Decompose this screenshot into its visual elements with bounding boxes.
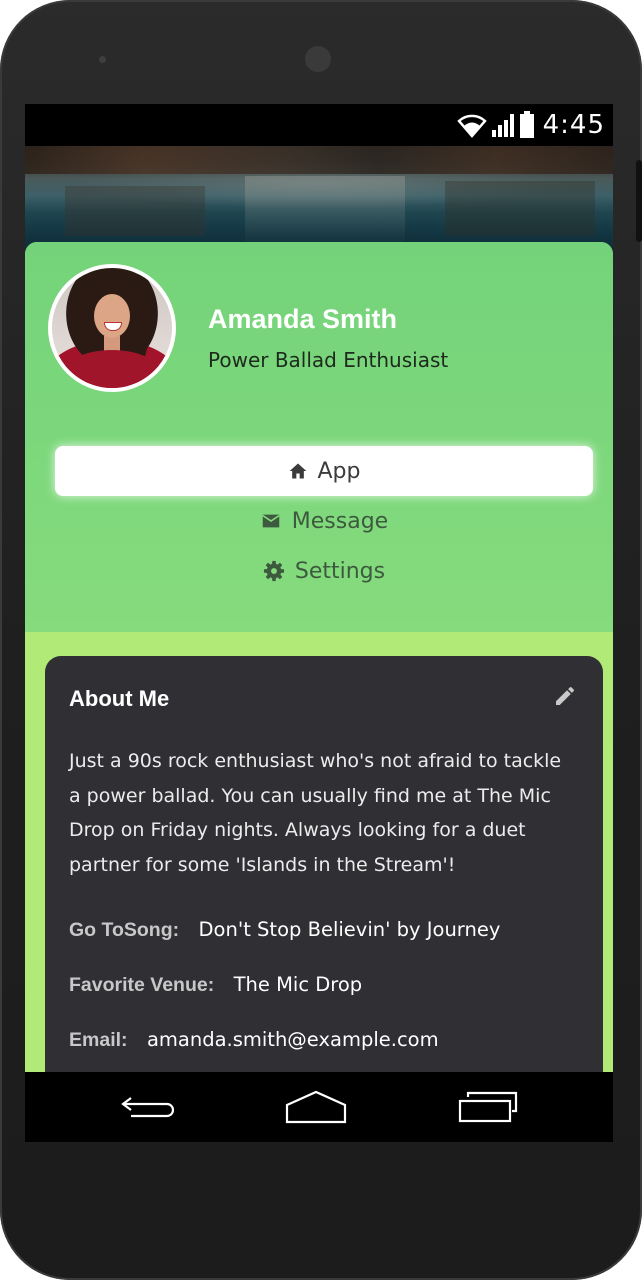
edit-icon[interactable]: [553, 684, 577, 708]
battery-icon: [519, 111, 534, 138]
recents-button[interactable]: [453, 1084, 523, 1130]
menu-item-settings[interactable]: Settings: [55, 546, 593, 596]
status-bar: 4:45: [25, 104, 613, 146]
about-title: About Me: [69, 686, 170, 711]
side-button: [636, 160, 642, 242]
system-nav-bar: [25, 1072, 613, 1142]
profile-content: Amanda Smith Power Ballad Enthusiast App: [25, 242, 613, 1072]
profile-name: Amanda Smith: [208, 304, 398, 334]
menu-item-message[interactable]: Message: [55, 496, 593, 546]
bio-line: partner for some 'Islands in the Stream'…: [69, 853, 456, 876]
profile-menu: App Message Settings: [55, 446, 593, 596]
home-button[interactable]: [281, 1084, 351, 1130]
mail-icon: [262, 514, 280, 528]
field-label: Email:: [69, 1029, 128, 1051]
menu-item-label: App: [317, 458, 361, 484]
field-email: Email: amanda.smith@example.com: [69, 1028, 439, 1052]
field-label: Favorite Venue:: [69, 974, 215, 996]
proximity-sensor: [99, 56, 106, 63]
home-icon: [289, 463, 306, 479]
phone-frame: 4:45 Amanda Smith Power Ballad Enthusias…: [0, 0, 642, 1280]
field-go-to-song: Go ToSong: Don't Stop Believin' by Journ…: [69, 918, 500, 942]
home-outline-icon: [285, 1090, 347, 1124]
front-camera: [305, 46, 331, 72]
field-value: amanda.smith@example.com: [146, 1028, 439, 1051]
status-time: 4:45: [542, 110, 605, 140]
back-icon: [121, 1097, 175, 1118]
screen: 4:45 Amanda Smith Power Ballad Enthusias…: [25, 104, 613, 1142]
cover-image: [25, 146, 613, 256]
menu-item-label: Message: [291, 508, 389, 534]
menu-item-app[interactable]: App: [55, 446, 593, 496]
avatar[interactable]: [48, 264, 176, 392]
back-button[interactable]: [113, 1084, 183, 1130]
field-value: Don't Stop Believin' by Journey: [198, 918, 501, 941]
gear-icon: [263, 560, 284, 582]
about-card: About Me Just a 90s rock enthusiast who'…: [45, 656, 603, 1072]
menu-item-label: Settings: [294, 558, 386, 584]
bio-line: Drop on Friday nights. Always looking fo…: [69, 819, 526, 841]
profile-tagline: Power Ballad Enthusiast: [208, 348, 449, 372]
field-value: The Mic Drop: [233, 973, 363, 996]
recents-icon: [458, 1091, 518, 1123]
wifi-icon: [456, 114, 487, 138]
profile-header: Amanda Smith Power Ballad Enthusiast App: [25, 242, 613, 632]
field-label: Go ToSong:: [69, 919, 180, 941]
about-bio: Just a 90s rock enthusiast who's not afr…: [69, 744, 579, 882]
signal-icon: [491, 114, 514, 137]
bio-line: a power ballad. You can usually find me …: [69, 784, 551, 807]
bio-line: Just a 90s rock enthusiast who's not afr…: [69, 750, 562, 772]
field-favorite-venue: Favorite Venue: The Mic Drop: [69, 973, 362, 997]
